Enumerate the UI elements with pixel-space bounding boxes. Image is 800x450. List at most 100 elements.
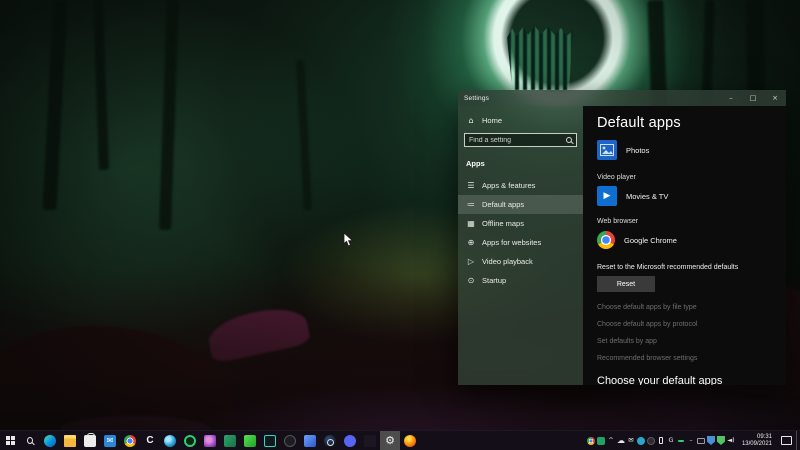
taskbar-file-explorer[interactable] (60, 431, 80, 450)
taskbar-blue-app[interactable] (300, 431, 320, 450)
taskbar-dark-app[interactable] (360, 431, 380, 450)
link-recommended-browser-settings[interactable]: Recommended browser settings (597, 355, 776, 362)
taskbar-blue-swirl-app[interactable] (160, 431, 180, 450)
tray-onedrive[interactable]: ☁ (616, 431, 626, 450)
link-default-apps-by-protocol[interactable]: Choose default apps by protocol (597, 321, 776, 328)
link-set-defaults-by-app[interactable]: Set defaults by app (597, 338, 776, 345)
sidebar-item-label: Apps for websites (482, 238, 541, 247)
search-icon (566, 137, 572, 143)
sidebar-item-label: Apps & features (482, 181, 535, 190)
tray-blue-app[interactable] (636, 431, 646, 450)
link-default-apps-by-file-type[interactable]: Choose default apps by file type (597, 304, 776, 311)
phone-icon (659, 437, 663, 444)
close-button[interactable]: × (764, 90, 786, 106)
settings-search-box[interactable] (464, 133, 577, 147)
mail-icon: ✉ (104, 435, 116, 447)
taskbar-firefox[interactable] (400, 431, 420, 450)
default-apps-panel: Default apps Photos Video player ▶ (583, 106, 786, 385)
taskbar-clock[interactable]: 09:31 13/09/2021 (736, 431, 777, 450)
green-shield-icon (717, 436, 725, 445)
taskbar-settings-active[interactable]: ⚙ (380, 431, 400, 450)
envelope-icon: ✉ (628, 437, 633, 444)
green-square-icon (244, 435, 256, 447)
sidebar-item-apps-for-websites[interactable]: ⊕ Apps for websites (458, 233, 583, 252)
sidebar-item-apps-features[interactable]: ☰ Apps & features (458, 176, 583, 195)
tray-your-phone[interactable] (656, 431, 666, 450)
video-player-app-row[interactable]: ▶ Movies & TV (597, 186, 776, 206)
titlebar[interactable]: Settings – □ × (458, 90, 786, 106)
web-browser-app-row[interactable]: Google Chrome (597, 230, 776, 250)
folder-icon (64, 435, 76, 447)
taskbar-mail[interactable]: ✉ (100, 431, 120, 450)
taskbar-green-square-app[interactable] (240, 431, 260, 450)
mouse-cursor (343, 233, 355, 252)
taskbar-edge[interactable] (40, 431, 60, 450)
firefox-icon (404, 435, 416, 447)
taskbar-discord[interactable] (340, 431, 360, 450)
excel-icon (224, 435, 236, 447)
web-browser-category-label: Web browser (597, 218, 776, 225)
minimize-button[interactable]: – (720, 90, 742, 106)
video-playback-icon: ▷ (466, 257, 476, 266)
tray-antivirus[interactable] (716, 431, 726, 450)
sidebar-item-default-apps[interactable]: ≔ Default apps (458, 195, 583, 214)
tray-green-app[interactable] (596, 431, 606, 450)
speaker-icon: ◄) (727, 437, 735, 444)
action-center-button[interactable] (781, 436, 792, 445)
maximize-button[interactable]: □ (742, 90, 764, 106)
sidebar-item-home[interactable]: ⌂ Home (466, 116, 583, 125)
sidebar-item-label: Video playback (482, 257, 533, 266)
minus-icon: – (689, 437, 692, 444)
tray-letter-g-app[interactable]: G (666, 431, 676, 450)
tray-volume[interactable]: ◄) (726, 431, 736, 450)
tray-monitor-app[interactable] (696, 431, 706, 450)
choose-default-apps-heading: Choose your default apps (597, 375, 776, 385)
tray-green-dash-app[interactable] (676, 431, 686, 450)
taskbar-dark-circle-app[interactable] (280, 431, 300, 450)
system-tray: ^ ☁ ✉ G – ◄) 09:31 13/09/2021 (586, 431, 800, 450)
dark-app-icon (364, 435, 376, 447)
web-browser-app-name: Google Chrome (624, 236, 677, 245)
sidebar-item-offline-maps[interactable]: ▦ Offline maps (458, 214, 583, 233)
sidebar-section-label: Apps (466, 159, 583, 168)
taskbar-steam[interactable] (320, 431, 340, 450)
taskbar-teal-square-app[interactable] (260, 431, 280, 450)
chrome-app-icon[interactable] (597, 231, 615, 249)
taskbar-letter-c-app[interactable]: C (140, 431, 160, 450)
tray-security-shield[interactable] (706, 431, 716, 450)
movies-tv-app-icon[interactable]: ▶ (597, 186, 617, 206)
home-icon: ⌂ (466, 116, 476, 125)
purple-app-icon (204, 435, 216, 447)
sidebar-nav: ☰ Apps & features ≔ Default apps ▦ Offli… (458, 176, 583, 290)
letter-g-icon: G (668, 437, 673, 444)
green-dash-icon (678, 440, 684, 442)
taskbar-green-circle-app[interactable] (180, 431, 200, 450)
tray-dark-app[interactable] (646, 431, 656, 450)
show-desktop-button[interactable] (796, 431, 800, 450)
taskbar-chrome[interactable] (120, 431, 140, 450)
default-apps-icon: ≔ (466, 200, 476, 209)
photos-app-icon[interactable] (597, 140, 617, 160)
reset-button[interactable]: Reset (597, 276, 655, 292)
blue-shield-icon (707, 436, 715, 445)
teal-square-icon (264, 435, 276, 447)
photo-viewer-app-row[interactable]: Photos (597, 140, 776, 160)
blue-swirl-icon (164, 435, 176, 447)
search-icon (27, 437, 33, 444)
tray-mail[interactable]: ✉ (626, 431, 636, 450)
tray-minimized-window[interactable]: – (686, 431, 696, 450)
tray-chrome[interactable] (586, 431, 596, 450)
apps-features-icon: ☰ (466, 181, 476, 190)
steam-icon (324, 435, 336, 447)
search-input[interactable] (469, 137, 566, 144)
taskbar-search-button[interactable] (20, 431, 40, 450)
tray-hidden-icons[interactable]: ^ (606, 431, 616, 450)
startup-icon: ⊙ (466, 276, 476, 285)
taskbar-microsoft-store[interactable] (80, 431, 100, 450)
sidebar-item-startup[interactable]: ⊙ Startup (458, 271, 583, 290)
sidebar-item-video-playback[interactable]: ▷ Video playback (458, 252, 583, 271)
start-button[interactable] (0, 431, 20, 450)
taskbar-purple-app[interactable] (200, 431, 220, 450)
taskbar-excel[interactable] (220, 431, 240, 450)
dark-circle-icon (284, 435, 296, 447)
